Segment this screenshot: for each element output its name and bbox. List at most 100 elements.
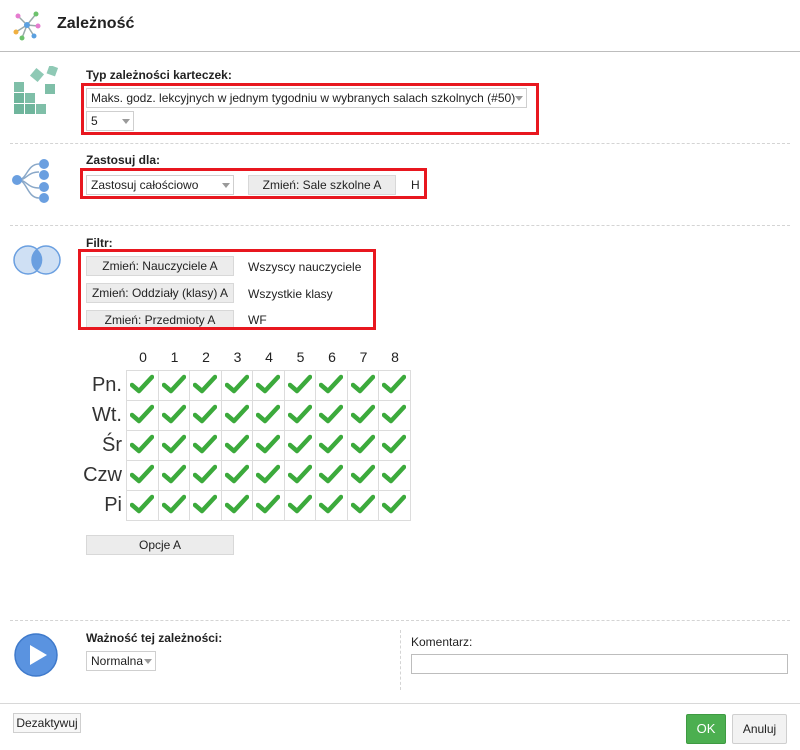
dialog-footer bbox=[0, 703, 800, 750]
checkmark-icon bbox=[130, 374, 155, 394]
timetable-cell[interactable] bbox=[126, 370, 159, 401]
checkmark-icon bbox=[130, 494, 155, 514]
timetable-cell[interactable] bbox=[346, 490, 379, 521]
timetable-cell[interactable] bbox=[252, 400, 285, 431]
timetable-cell[interactable] bbox=[220, 370, 253, 401]
timetable-cell[interactable] bbox=[378, 490, 411, 521]
timetable-cell[interactable] bbox=[315, 400, 348, 431]
timetable-cell[interactable] bbox=[346, 460, 379, 491]
timetable-cell[interactable] bbox=[283, 370, 316, 401]
timetable-cell[interactable] bbox=[189, 430, 222, 461]
options-button[interactable]: Opcje A bbox=[86, 535, 234, 555]
timetable-cell[interactable] bbox=[378, 460, 411, 491]
timetable-cell[interactable] bbox=[126, 460, 159, 491]
apply-label: Zastosuj dla: bbox=[86, 153, 161, 167]
checkmark-icon bbox=[350, 374, 375, 394]
checkmark-icon bbox=[130, 434, 155, 454]
timetable-cell[interactable] bbox=[378, 430, 411, 461]
timetable-row bbox=[126, 400, 411, 431]
timetable-cell[interactable] bbox=[378, 370, 411, 401]
timetable-cell[interactable] bbox=[283, 400, 316, 431]
highlight-box bbox=[80, 168, 427, 199]
divider bbox=[10, 143, 790, 144]
day-header[interactable]: Pn. bbox=[82, 374, 122, 397]
timetable-row bbox=[126, 490, 411, 521]
timetable-cell[interactable] bbox=[283, 460, 316, 491]
comment-input[interactable] bbox=[411, 654, 788, 674]
timetable-cell[interactable] bbox=[157, 460, 190, 491]
checkmark-icon bbox=[161, 434, 186, 454]
checkmark-icon bbox=[287, 434, 312, 454]
timetable-cell[interactable] bbox=[252, 460, 285, 491]
timetable-cell[interactable] bbox=[126, 490, 159, 521]
tree-icon bbox=[12, 159, 49, 203]
period-header[interactable]: 7 bbox=[348, 349, 380, 365]
timetable-cell[interactable] bbox=[346, 400, 379, 431]
checkmark-icon bbox=[382, 404, 407, 424]
timetable-cell[interactable] bbox=[283, 430, 316, 461]
day-header[interactable]: Wt. bbox=[82, 404, 122, 427]
cancel-button[interactable]: Anuluj bbox=[732, 714, 787, 744]
timetable-cell[interactable] bbox=[126, 400, 159, 431]
timetable-cell[interactable] bbox=[157, 490, 190, 521]
timetable-row bbox=[126, 370, 411, 401]
period-header[interactable]: 3 bbox=[222, 349, 254, 365]
period-header[interactable]: 2 bbox=[190, 349, 222, 365]
checkmark-icon bbox=[350, 434, 375, 454]
period-header[interactable]: 6 bbox=[316, 349, 348, 365]
timetable-cell[interactable] bbox=[189, 460, 222, 491]
checkmark-icon bbox=[161, 374, 186, 394]
importance-label: Ważność tej zależności: bbox=[86, 631, 223, 645]
checkmark-icon bbox=[130, 464, 155, 484]
timetable-cell[interactable] bbox=[189, 370, 222, 401]
checkmark-icon bbox=[224, 464, 249, 484]
checkmark-icon bbox=[350, 404, 375, 424]
period-header[interactable]: 1 bbox=[159, 349, 191, 365]
timetable-cell[interactable] bbox=[315, 490, 348, 521]
timetable-cell[interactable] bbox=[126, 430, 159, 461]
comment-label: Komentarz: bbox=[411, 635, 473, 649]
timetable-cell[interactable] bbox=[283, 490, 316, 521]
timetable-cell[interactable] bbox=[220, 400, 253, 431]
timetable-cell[interactable] bbox=[189, 490, 222, 521]
timetable-cell[interactable] bbox=[252, 490, 285, 521]
day-header[interactable]: Czw bbox=[82, 464, 122, 487]
checkmark-icon bbox=[382, 434, 407, 454]
timetable-cell[interactable] bbox=[189, 400, 222, 431]
blocks-icon bbox=[14, 66, 59, 114]
timetable-cell[interactable] bbox=[220, 430, 253, 461]
timetable-cell[interactable] bbox=[315, 430, 348, 461]
filter-label: Filtr: bbox=[86, 236, 113, 250]
checkmark-icon bbox=[319, 404, 344, 424]
checkmark-icon bbox=[256, 404, 281, 424]
checkmark-icon bbox=[224, 434, 249, 454]
checkmark-icon bbox=[382, 374, 407, 394]
checkmark-icon bbox=[287, 464, 312, 484]
timetable-cell[interactable] bbox=[315, 460, 348, 491]
period-header[interactable]: 8 bbox=[379, 349, 411, 365]
day-header[interactable]: Śr bbox=[82, 434, 122, 457]
period-header[interactable]: 0 bbox=[127, 349, 159, 365]
checkmark-icon bbox=[319, 434, 344, 454]
timetable-cell[interactable] bbox=[157, 430, 190, 461]
timetable-cell[interactable] bbox=[157, 400, 190, 431]
deactivate-button[interactable]: Dezaktywuj bbox=[13, 713, 81, 733]
checkmark-icon bbox=[256, 374, 281, 394]
timetable-cell[interactable] bbox=[346, 430, 379, 461]
timetable-cell[interactable] bbox=[252, 430, 285, 461]
period-header[interactable]: 4 bbox=[253, 349, 285, 365]
timetable-cell[interactable] bbox=[315, 370, 348, 401]
timetable-cell[interactable] bbox=[220, 490, 253, 521]
day-header[interactable]: Pi bbox=[82, 494, 122, 517]
play-icon bbox=[14, 633, 58, 677]
timetable-cell[interactable] bbox=[220, 460, 253, 491]
checkmark-icon bbox=[224, 494, 249, 514]
timetable-cell[interactable] bbox=[157, 370, 190, 401]
importance-select[interactable]: Normalna bbox=[86, 651, 156, 671]
checkmark-icon bbox=[256, 434, 281, 454]
timetable-cell[interactable] bbox=[346, 370, 379, 401]
timetable-cell[interactable] bbox=[252, 370, 285, 401]
timetable-cell[interactable] bbox=[378, 400, 411, 431]
ok-button[interactable]: OK bbox=[686, 714, 726, 744]
period-header[interactable]: 5 bbox=[285, 349, 317, 365]
